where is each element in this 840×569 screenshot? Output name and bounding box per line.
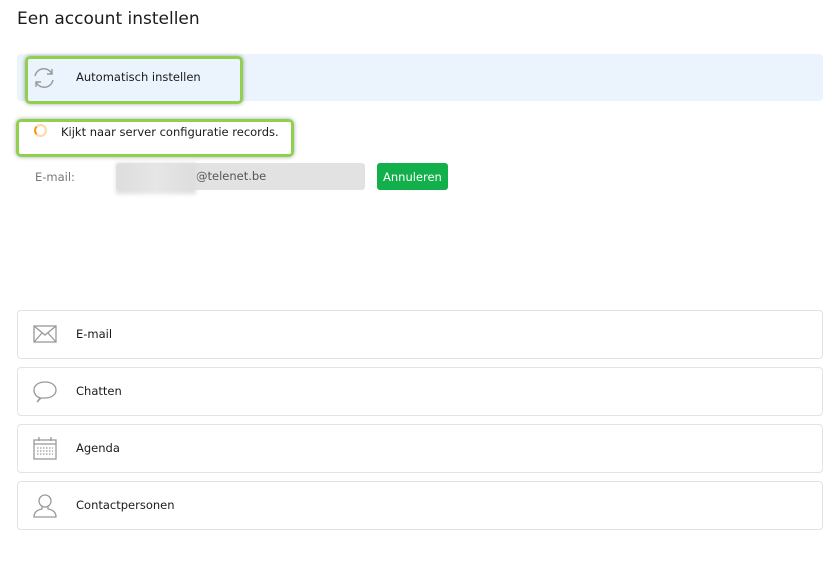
option-label: Chatten [76,384,122,398]
option-chat[interactable]: Chatten [17,367,823,416]
option-agenda[interactable]: Agenda [17,424,823,473]
option-contacts[interactable]: Contactpersonen [17,481,823,530]
option-label: Contactpersonen [76,498,175,512]
redacted-blur [116,163,196,194]
option-label: E-mail [76,327,113,341]
highlight-box [16,119,294,157]
option-email[interactable]: E-mail [17,310,823,359]
option-label: Agenda [76,441,120,455]
email-field[interactable]: @telenet.be [116,163,365,194]
cancel-button[interactable]: Annuleren [377,163,448,190]
chat-bubble-icon [32,379,58,409]
page-title: Een account instellen [17,9,200,29]
highlight-box [25,56,243,104]
email-label: E-mail: [35,170,75,184]
email-value: @telenet.be [196,169,267,183]
envelope-icon [32,322,58,350]
calendar-icon [32,436,58,466]
person-icon [32,493,58,523]
